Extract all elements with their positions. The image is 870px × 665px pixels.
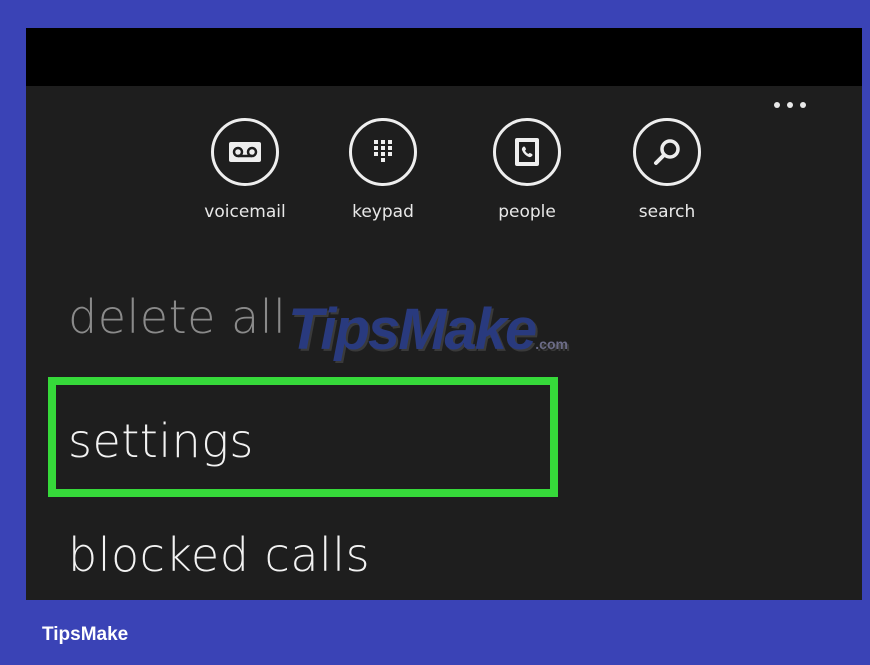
dot [787, 102, 793, 108]
watermark-suffix: .com [535, 336, 568, 352]
footer-brand: TipsMake [42, 624, 129, 645]
search-icon [633, 118, 701, 186]
menu-item-blocked-calls[interactable]: blocked calls [68, 528, 370, 582]
people-icon [493, 118, 561, 186]
voicemail-icon [211, 118, 279, 186]
keypad-icon [349, 118, 417, 186]
menu-item-delete-all[interactable]: delete all [68, 290, 286, 344]
phone-screen: voicemail keypad people search delete al… [26, 28, 862, 600]
menu-item-settings[interactable]: settings [68, 414, 254, 468]
search-button[interactable]: search [612, 118, 722, 238]
search-label: search [638, 202, 696, 222]
voicemail-label: voicemail [204, 202, 286, 222]
people-label: people [498, 202, 556, 222]
dot [774, 102, 780, 108]
watermark-logo: TipsMake.com [288, 296, 568, 363]
keypad-label: keypad [352, 202, 414, 222]
status-bar [26, 28, 862, 86]
dot [800, 102, 806, 108]
voicemail-button[interactable]: voicemail [190, 118, 300, 238]
keypad-button[interactable]: keypad [328, 118, 438, 238]
more-options-icon[interactable] [774, 102, 806, 108]
people-button[interactable]: people [472, 118, 582, 238]
watermark-text: TipsMake [288, 297, 537, 362]
